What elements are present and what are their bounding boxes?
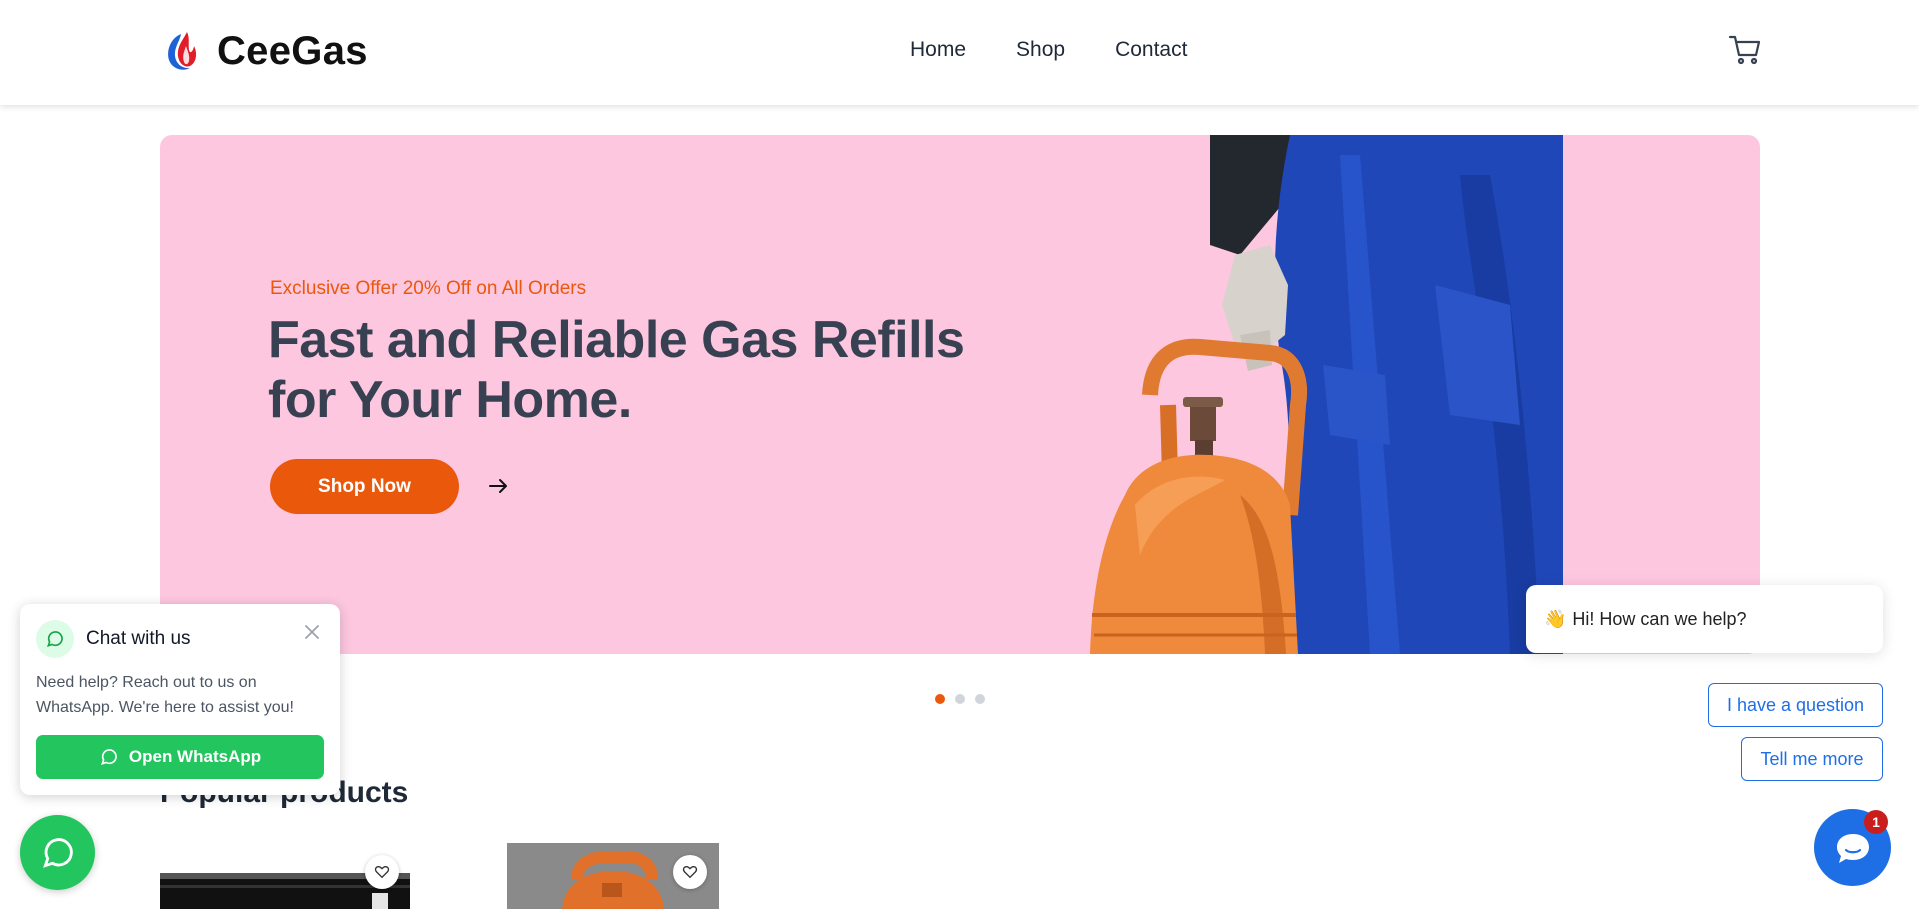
whatsapp-icon: [36, 620, 74, 658]
brand-name: CeeGas: [217, 28, 368, 73]
chatbot-greeting-bubble: 👋 Hi! How can we help?: [1526, 585, 1883, 653]
slider-dot-1[interactable]: [935, 694, 945, 704]
arrow-right-icon[interactable]: [486, 474, 510, 498]
slider-dots: [935, 694, 985, 704]
open-whatsapp-label: Open WhatsApp: [128, 747, 262, 766]
shop-now-button[interactable]: Shop Now: [270, 459, 459, 514]
chat-popup-title: Chat with us: [86, 628, 191, 649]
whatsapp-chat-popup: Chat with us Need help? Reach out to us …: [20, 604, 340, 795]
chatbot-greeting: Hi! How can we help?: [1572, 608, 1747, 629]
brand-logo[interactable]: CeeGas: [163, 28, 368, 74]
quick-reply-question[interactable]: I have a question: [1708, 683, 1883, 727]
nav-contact[interactable]: Contact: [1115, 38, 1187, 62]
whatsapp-icon: [42, 837, 73, 868]
quick-reply-tell-more[interactable]: Tell me more: [1741, 737, 1883, 781]
hero-title: Fast and Reliable Gas Refills for Your H…: [268, 311, 965, 429]
whatsapp-floating-button[interactable]: [20, 815, 95, 890]
product-card[interactable]: [160, 843, 410, 909]
heart-icon: [682, 865, 698, 879]
slider-dot-3[interactable]: [975, 694, 985, 704]
flame-logo-icon: [168, 32, 197, 70]
nav-home[interactable]: Home: [910, 38, 966, 62]
waving-hand-icon: 👋: [1544, 608, 1567, 629]
slider-dot-2[interactable]: [955, 694, 965, 704]
heart-icon: [374, 865, 390, 879]
wishlist-button[interactable]: [673, 855, 707, 889]
whatsapp-icon: [100, 749, 117, 765]
open-whatsapp-button[interactable]: Open WhatsApp: [36, 735, 324, 779]
nav-shop[interactable]: Shop: [1016, 38, 1065, 62]
main-nav: Home Shop Contact: [910, 38, 1187, 62]
chat-popup-header: Chat with us: [36, 620, 191, 658]
hero-image: [1040, 135, 1563, 654]
cart-icon[interactable]: [1728, 34, 1762, 66]
wishlist-button[interactable]: [365, 855, 399, 889]
close-icon[interactable]: [302, 622, 322, 642]
site-header: CeeGas Home Shop Contact: [0, 0, 1919, 105]
product-card[interactable]: [507, 843, 719, 909]
hero-banner: Exclusive Offer 20% Off on All Orders Fa…: [160, 135, 1760, 654]
hero-offer-text: Exclusive Offer 20% Off on All Orders: [270, 278, 587, 299]
chat-popup-message: Need help? Reach out to us on WhatsApp. …: [36, 674, 294, 716]
chat-bubble-icon: [1836, 833, 1869, 863]
unread-badge: 1: [1864, 810, 1888, 834]
